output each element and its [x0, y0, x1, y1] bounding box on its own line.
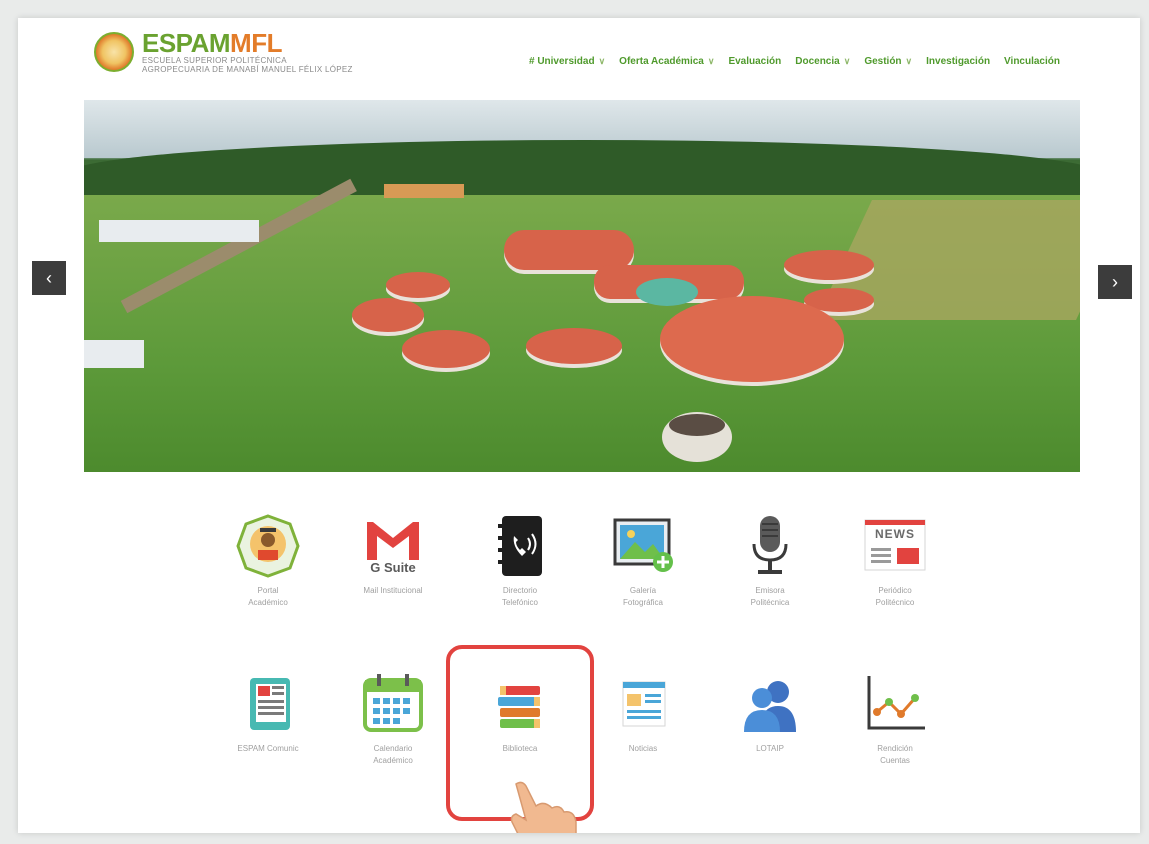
building-round [352, 298, 424, 332]
nav-item-universidad[interactable]: # Universidad ∨ [529, 56, 605, 67]
nav-item-label: Investigación [926, 56, 991, 67]
tile-noticias[interactable]: Noticias [588, 672, 698, 756]
chevron-down-icon: ∨ [707, 56, 715, 66]
pointing-hand-icon [508, 778, 578, 833]
logo-subtitle-1: ESCUELA SUPERIOR POLITÉCNICA [142, 56, 287, 65]
nav-item-label: Vinculación [1004, 56, 1060, 67]
building-round [784, 250, 874, 280]
gmail-gsuite-icon: G Suite [361, 514, 425, 578]
tile-label: Politécnica [750, 598, 790, 607]
site-logo[interactable]: ESPAMMFL ESCUELA SUPERIOR POLITÉCNICA AG… [94, 30, 353, 74]
chevron-down-icon: ∨ [843, 56, 851, 66]
hero-campus-photo [84, 100, 1080, 472]
tile-lotaip[interactable]: LOTAIP [715, 672, 825, 756]
site-header: ESPAMMFL ESCUELA SUPERIOR POLITÉCNICA AG… [18, 18, 1140, 100]
tile-label: Cuentas [880, 756, 910, 765]
line-chart-icon [863, 672, 927, 736]
nav-item-oferta-academica[interactable]: Oferta Académica ∨ [619, 56, 714, 67]
users-icon [738, 672, 802, 736]
tile-label: Noticias [628, 744, 658, 753]
tile-label: Mail Institucional [363, 586, 423, 595]
tile-periodico-politecnico[interactable]: NEWS Periódico Politécnico [840, 514, 950, 610]
logo-subtitle-2: AGROPECUARIA DE MANABÍ MANUEL FÉLIX LÓPE… [142, 65, 353, 74]
logo-emblem-icon [94, 32, 134, 72]
news-brand-text: NEWS [875, 527, 915, 541]
main-nav: # Universidad ∨ Oferta Académica ∨ Evaluac… [529, 56, 1060, 67]
nav-item-evaluacion[interactable]: Evaluación [728, 56, 781, 67]
slider-prev-button[interactable]: ‹ [32, 261, 66, 295]
tile-label: Académico [373, 756, 413, 765]
building [99, 220, 259, 242]
calendar-icon [361, 672, 425, 736]
slider-next-button[interactable]: › [1098, 265, 1132, 299]
microphone-icon [738, 514, 802, 578]
logo-name-part-b: MFL [230, 28, 282, 58]
tile-label: ESPAM Comunic [237, 744, 299, 753]
tile-mail-institucional[interactable]: G Suite Mail Institucional [338, 514, 448, 598]
nav-item-label: Evaluación [728, 56, 782, 67]
page: ESPAMMFL ESCUELA SUPERIOR POLITÉCNICA AG… [18, 18, 1140, 833]
building [504, 230, 634, 270]
academic-portal-icon [236, 514, 300, 578]
tile-label: Politécnico [875, 598, 915, 607]
building-round [402, 330, 490, 368]
tile-portal-academico[interactable]: Portal Académico [213, 514, 323, 610]
tile-label: LOTAIP [756, 744, 784, 753]
building [384, 184, 464, 198]
chevron-down-icon: ∨ [598, 56, 606, 66]
chevron-down-icon: ∨ [905, 56, 913, 66]
building-round [386, 272, 450, 298]
logo-name: ESPAMMFL [142, 30, 353, 56]
tile-rendicion-cuentas[interactable]: Rendición Cuentas [840, 672, 950, 768]
nav-item-docencia[interactable]: Docencia ∨ [795, 56, 850, 67]
tile-directorio-telefonico[interactable]: Directorio Telefónico [465, 514, 575, 610]
nav-item-label: Docencia [795, 56, 840, 67]
green-dome [636, 278, 698, 306]
news-bulletin-icon [611, 672, 675, 736]
nav-item-label: Oferta Académica [619, 56, 704, 67]
tile-galeria-fotografica[interactable]: Galería Fotográfica [588, 514, 698, 610]
building [84, 340, 144, 368]
logo-text: ESPAMMFL ESCUELA SUPERIOR POLITÉCNICA AG… [142, 30, 353, 74]
gsuite-brand-text: G Suite [370, 560, 416, 575]
nav-item-investigacion[interactable]: Investigación [926, 56, 990, 67]
tile-label: Fotográfica [622, 598, 664, 607]
nav-item-label: Gestión [864, 56, 902, 67]
tile-espam-comunic[interactable]: ESPAM Comunic [213, 672, 323, 756]
phone-directory-icon [488, 514, 552, 578]
water-tank-top [669, 414, 725, 436]
logo-name-part-a: ESPAM [142, 28, 231, 58]
main-round-hall [660, 296, 844, 382]
tile-emisora-politecnica[interactable]: Emisora Politécnica [715, 514, 825, 610]
nav-item-gestion[interactable]: Gestión ∨ [864, 56, 912, 67]
photo-gallery-icon [611, 514, 675, 578]
tile-label: Académico [248, 598, 288, 607]
tile-label: Telefónico [501, 598, 539, 607]
news-icon: NEWS [863, 514, 927, 578]
tile-calendario-academico[interactable]: Calendario Académico [338, 672, 448, 768]
building-round [526, 328, 622, 364]
nav-item-vinculacion[interactable]: Vinculación [1004, 56, 1060, 67]
nav-item-label: # Universidad [528, 56, 595, 67]
newspaper-icon [236, 672, 300, 736]
